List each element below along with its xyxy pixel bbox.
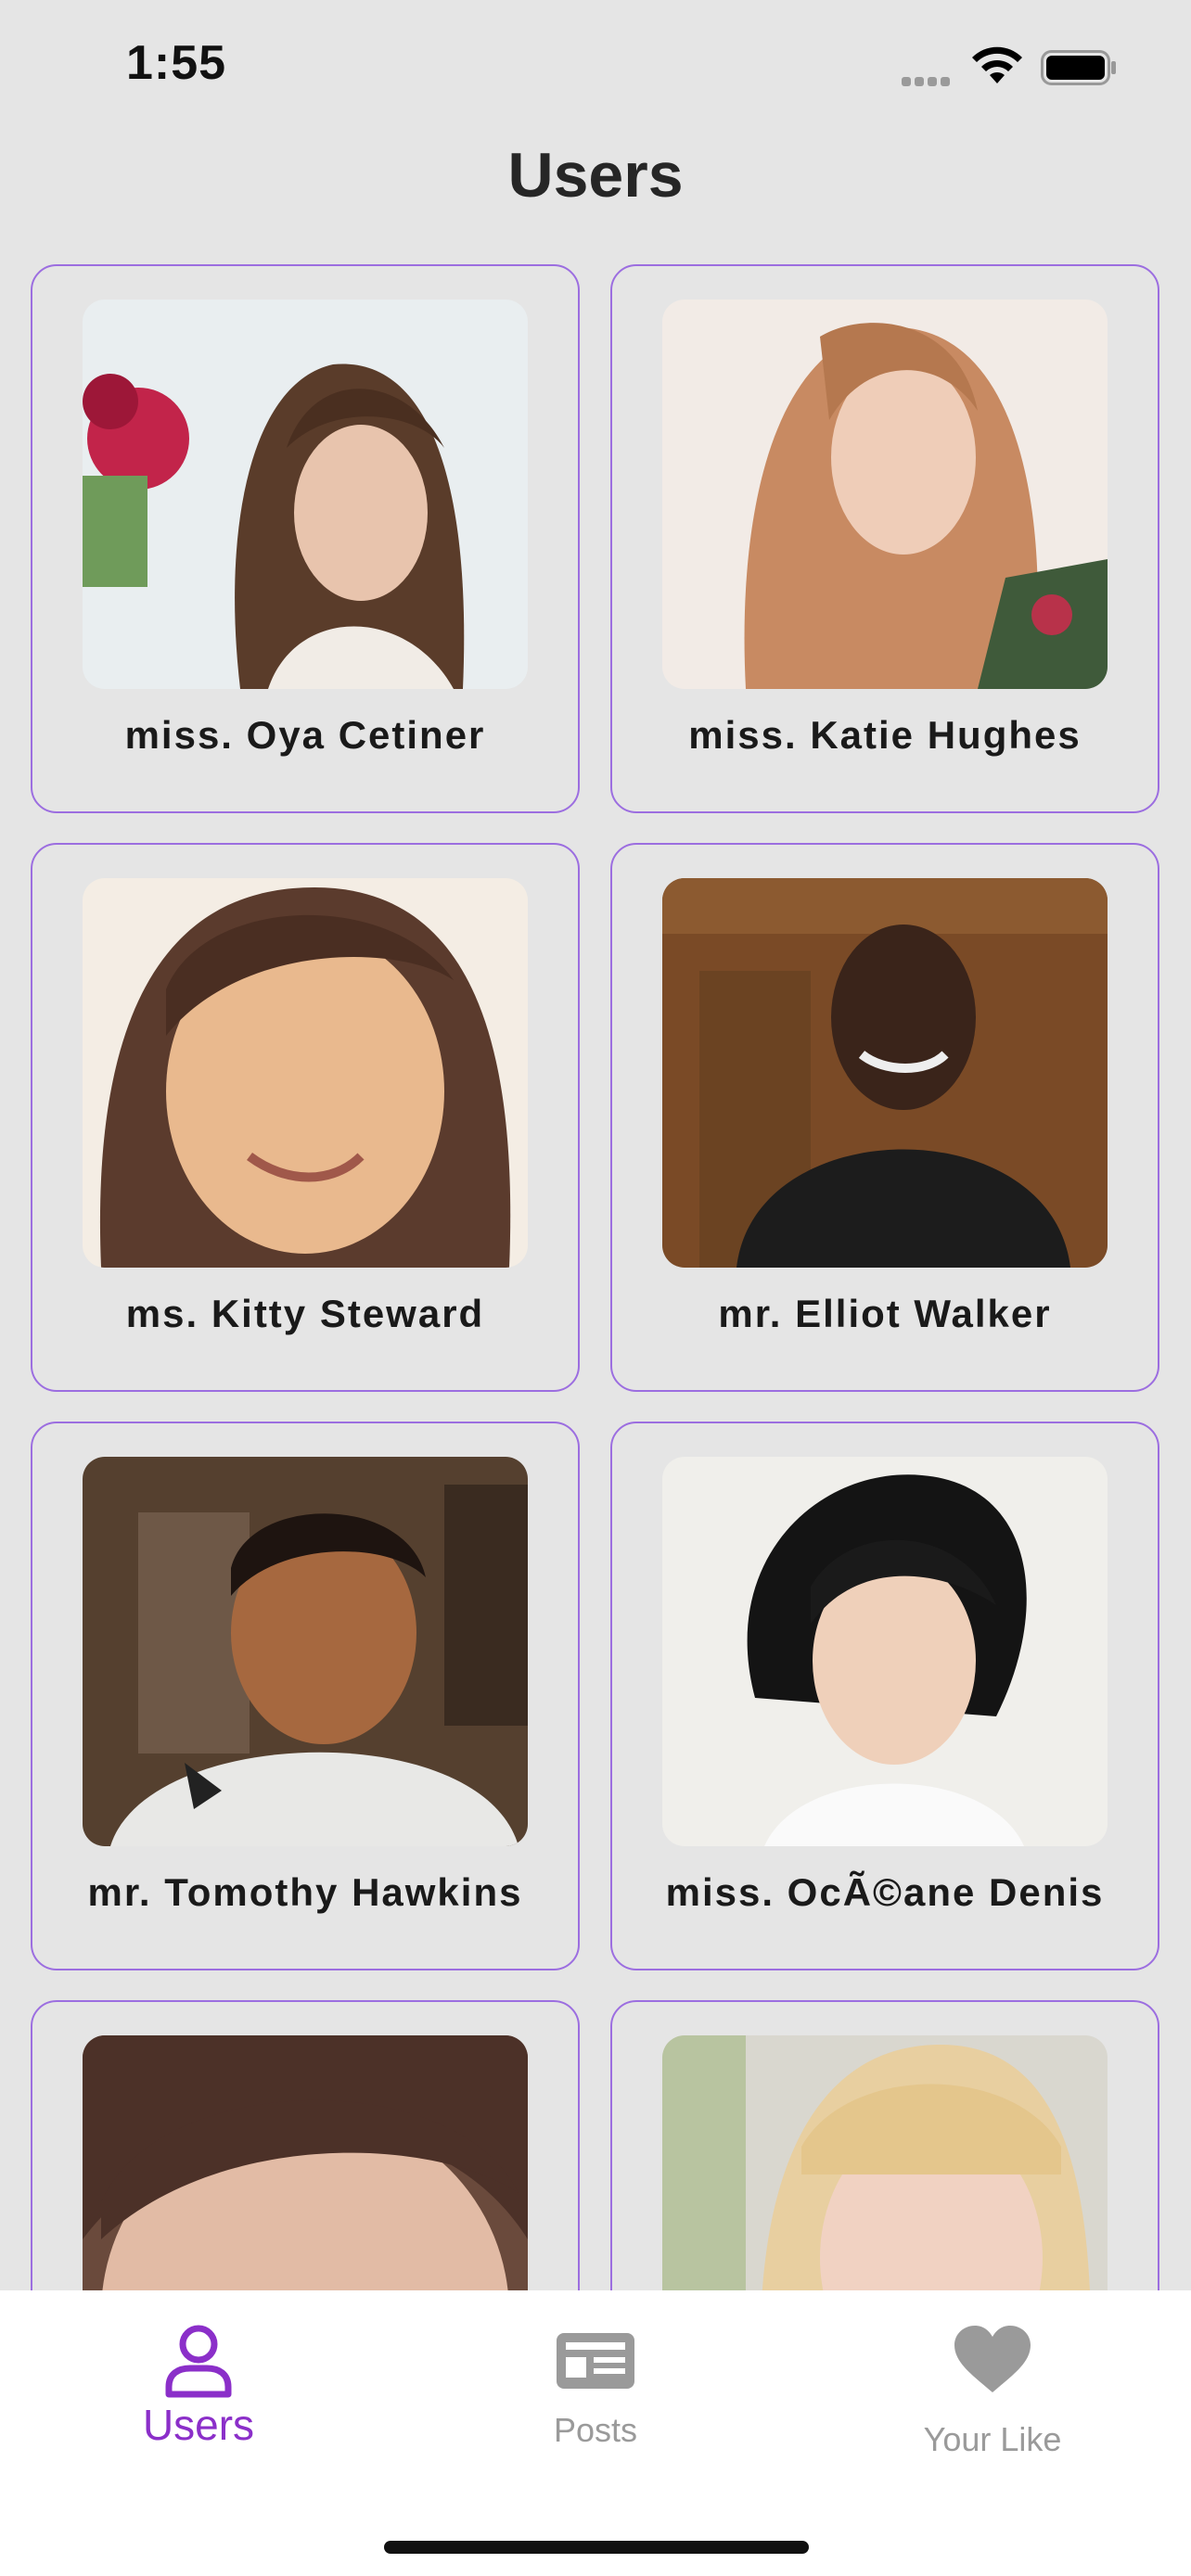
home-indicator	[384, 2541, 809, 2554]
user-avatar	[662, 2035, 1108, 2290]
user-name: miss. OcÃ©ane Denis	[665, 1870, 1105, 1914]
user-name: miss. Oya Cetiner	[124, 713, 486, 757]
user-card[interactable]: mr. Elliot Walker	[610, 843, 1159, 1392]
user-avatar	[662, 300, 1108, 689]
heart-icon	[954, 2326, 1031, 2392]
user-icon	[165, 2325, 232, 2398]
user-avatar	[83, 1457, 528, 1846]
tab-label-your-like: Your Like	[923, 2420, 1062, 2458]
user-card[interactable]: ms. Kitty Steward	[31, 843, 580, 1392]
tab-your-like[interactable]: Your Like	[794, 2290, 1191, 2504]
tab-bar: Users Posts Your Like	[0, 2290, 1191, 2576]
tab-posts[interactable]: Posts	[397, 2290, 794, 2504]
user-card[interactable]: mr. Tomothy Hawkins	[31, 1422, 580, 1970]
user-card[interactable]: miss. Oya Cetiner	[31, 264, 580, 813]
user-name: ms. Kitty Steward	[125, 1292, 485, 1335]
user-card[interactable]	[610, 2000, 1159, 2290]
user-avatar	[83, 300, 528, 689]
tab-label-posts: Posts	[553, 2411, 638, 2449]
user-card[interactable]: miss. OcÃ©ane Denis	[610, 1422, 1159, 1970]
user-avatar	[83, 2035, 528, 2290]
user-avatar	[83, 878, 528, 1268]
user-name: miss. Katie Hughes	[688, 713, 1082, 757]
user-name: mr. Elliot Walker	[718, 1292, 1052, 1335]
users-grid[interactable]: miss. Oya Cetiner miss. Katie Hughes ms.…	[0, 0, 1191, 2290]
user-name: mr. Tomothy Hawkins	[87, 1870, 523, 1914]
user-avatar	[662, 1457, 1108, 1846]
user-card[interactable]: miss. Katie Hughes	[610, 264, 1159, 813]
tab-users[interactable]: Users	[0, 2290, 397, 2504]
tab-label-users: Users	[142, 2401, 255, 2449]
newspaper-icon	[557, 2333, 634, 2389]
user-card[interactable]	[31, 2000, 580, 2290]
user-avatar	[662, 878, 1108, 1268]
